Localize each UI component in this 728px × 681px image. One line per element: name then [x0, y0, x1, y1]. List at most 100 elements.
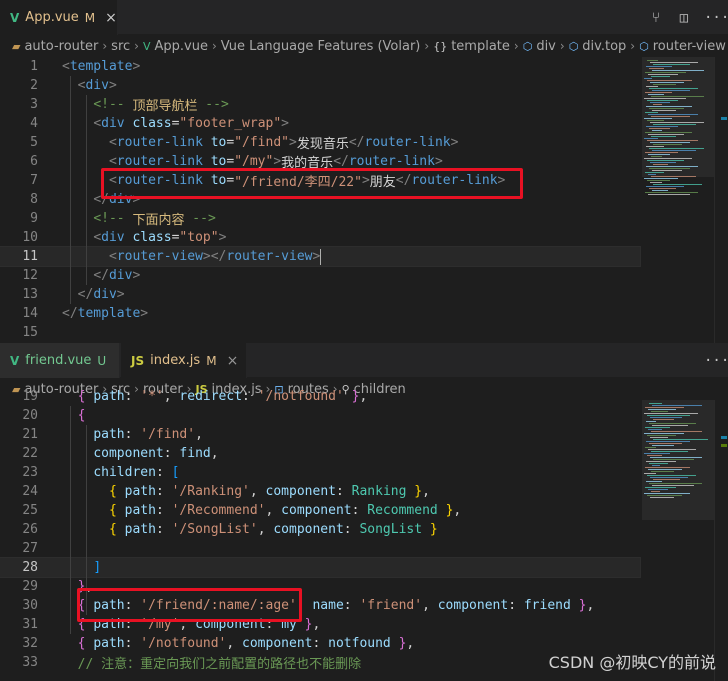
minimap-line	[647, 455, 662, 456]
code-text: </div >	[62, 190, 140, 209]
code-line[interactable]: 5 < router-link to = "/find" > 发现音乐 </router-l…	[0, 133, 640, 152]
breadcrumb-item[interactable]: Vue Language Features (Volar)	[221, 39, 421, 54]
token: ,	[586, 598, 595, 613]
minimap-line	[648, 94, 664, 95]
code-line[interactable]: 11 < router-view ></router-view >	[0, 246, 641, 267]
code-text: {	[62, 406, 86, 425]
token: ,	[406, 636, 415, 651]
minimap-line	[647, 160, 684, 161]
code-line[interactable]: 31 { path: '/my', component: my },	[0, 615, 640, 634]
code-line[interactable]: 25 { path: '/Recommend', component: Reco…	[0, 501, 640, 520]
breadcrumb-item[interactable]: router-view	[653, 39, 726, 54]
code-line[interactable]: 22 component: find,	[0, 444, 640, 463]
minimap-line	[648, 429, 662, 430]
tab-index-js[interactable]: JS index.js M ×	[121, 343, 247, 378]
minimap-line	[652, 405, 702, 406]
chevron-right-icon: ›	[513, 39, 519, 53]
minimap-line	[653, 439, 708, 440]
token: >	[218, 230, 227, 245]
tab-bar-top: V App.vue M × ⑂ ◫ ···	[0, 0, 728, 35]
close-icon[interactable]: ×	[227, 353, 239, 369]
minimap-line	[644, 158, 692, 159]
token: "/find"	[234, 135, 289, 150]
close-icon[interactable]: ×	[105, 10, 117, 26]
more-actions-icon[interactable]: ···	[704, 10, 728, 26]
code-line[interactable]: 1 < template >	[0, 57, 640, 76]
code-line[interactable]: 6 < router-link to = "/my" > 我的音乐 </router-lin…	[0, 152, 640, 171]
vertical-scrollbar-bottom[interactable]	[714, 400, 728, 681]
token: <	[108, 249, 117, 264]
minimap-line	[646, 481, 662, 482]
breadcrumb-item[interactable]: auto-router	[24, 39, 98, 54]
breadcrumb-item[interactable]: div	[536, 39, 556, 54]
token: :	[335, 484, 352, 499]
breadcrumb-item[interactable]: src	[111, 39, 130, 54]
code-line[interactable]: 14 </template >	[0, 304, 640, 323]
token: 我的音乐	[281, 156, 334, 171]
token: <	[108, 173, 117, 188]
minimap-line	[646, 86, 658, 87]
code-line[interactable]: 33 // 注意：重定向我们之前配置的路径也不能删除	[0, 653, 640, 672]
code-line[interactable]: 19 { path: '*', redirect: '/notfound' },	[0, 387, 640, 406]
line-number: 9	[30, 211, 38, 226]
code-line[interactable]: 32 { path: '/notfound', component: notfo…	[0, 634, 640, 653]
token: :	[312, 636, 329, 651]
code-line[interactable]: 13 </div >	[0, 285, 640, 304]
minimap-line	[648, 409, 676, 410]
code-line[interactable]: 12 </div >	[0, 266, 640, 285]
vertical-scrollbar-top[interactable]	[714, 57, 728, 343]
code-line[interactable]: 3 <!-- 顶部导航栏 -->	[0, 95, 640, 114]
source-control-icon[interactable]: ⑂	[648, 10, 664, 26]
breadcrumb-item[interactable]: div.top	[582, 39, 626, 54]
breadcrumb-item[interactable]: template	[451, 39, 510, 54]
editor-group-top: V App.vue M × ⑂ ◫ ··· ▰ auto-router › sr…	[0, 0, 728, 343]
minimap-bottom[interactable]	[642, 403, 714, 503]
code-line[interactable]: 9 <!-- 下面内容 -->	[0, 209, 640, 228]
code-text: // 注意：重定向我们之前配置的路径也不能删除	[62, 653, 361, 672]
token: >	[108, 78, 117, 93]
token: 顶部导航栏	[132, 99, 198, 114]
code-line[interactable]: 20 {	[0, 406, 640, 425]
code-line[interactable]: 10 < div class = "top" >	[0, 228, 640, 247]
chevron-right-icon: ›	[559, 39, 565, 53]
token: >	[132, 192, 141, 207]
code-line[interactable]: 23 children: [	[0, 463, 640, 482]
minimap-line	[650, 122, 704, 123]
token: }	[77, 579, 86, 594]
minimap-line	[651, 491, 660, 492]
code-line[interactable]: 27	[0, 539, 640, 558]
minimap-line	[647, 435, 676, 436]
token: >	[140, 306, 149, 321]
code-line[interactable]: 28 ]	[0, 557, 641, 578]
tab-app-vue[interactable]: V App.vue M ×	[0, 0, 118, 35]
split-editor-icon[interactable]: ◫	[676, 10, 692, 26]
code-line[interactable]: 8 </div >	[0, 190, 640, 209]
token: =	[171, 230, 180, 245]
token: :	[242, 389, 258, 404]
code-line[interactable]: 26 { path: '/SongList', component: SongL…	[0, 520, 640, 539]
code-line[interactable]: 7 < router-link to = "/friend/李四/22" > 朋友 </ro…	[0, 171, 640, 190]
code-line[interactable]: 2 < div >	[0, 76, 640, 95]
line-number: 3	[30, 97, 38, 112]
code-line[interactable]: 24 { path: '/Ranking', component: Rankin…	[0, 482, 640, 501]
code-line[interactable]: 29 },	[0, 577, 640, 596]
line-number: 33	[22, 655, 38, 670]
code-line[interactable]: 30 { path: '/friend/:name/:age', name: '…	[0, 596, 640, 615]
breadcrumb-item[interactable]: App.vue	[155, 39, 208, 54]
code-line[interactable]: 15	[0, 323, 640, 342]
code-editor-top[interactable]: 1 < template >2 < div >3 <!-- 顶部导航栏 --> 4 < div…	[0, 57, 728, 343]
token: path	[93, 389, 125, 404]
code-line[interactable]: 21 path: '/find',	[0, 425, 640, 444]
minimap-top[interactable]	[642, 60, 714, 200]
code-line[interactable]: 4 < div class = "footer_wrap" >	[0, 114, 640, 133]
code-editor-bottom[interactable]: 19 { path: '*', redirect: '/notfound' },…	[0, 389, 728, 681]
tab-friend-vue[interactable]: V friend.vue U	[0, 343, 120, 378]
watermark: CSDN @初映CY的前说	[548, 653, 716, 672]
token: </	[93, 268, 109, 283]
token: }	[398, 636, 407, 651]
token: {	[108, 484, 117, 499]
token: div	[85, 78, 109, 93]
more-actions-icon[interactable]: ···	[704, 353, 728, 369]
tab-label: App.vue	[25, 10, 79, 25]
